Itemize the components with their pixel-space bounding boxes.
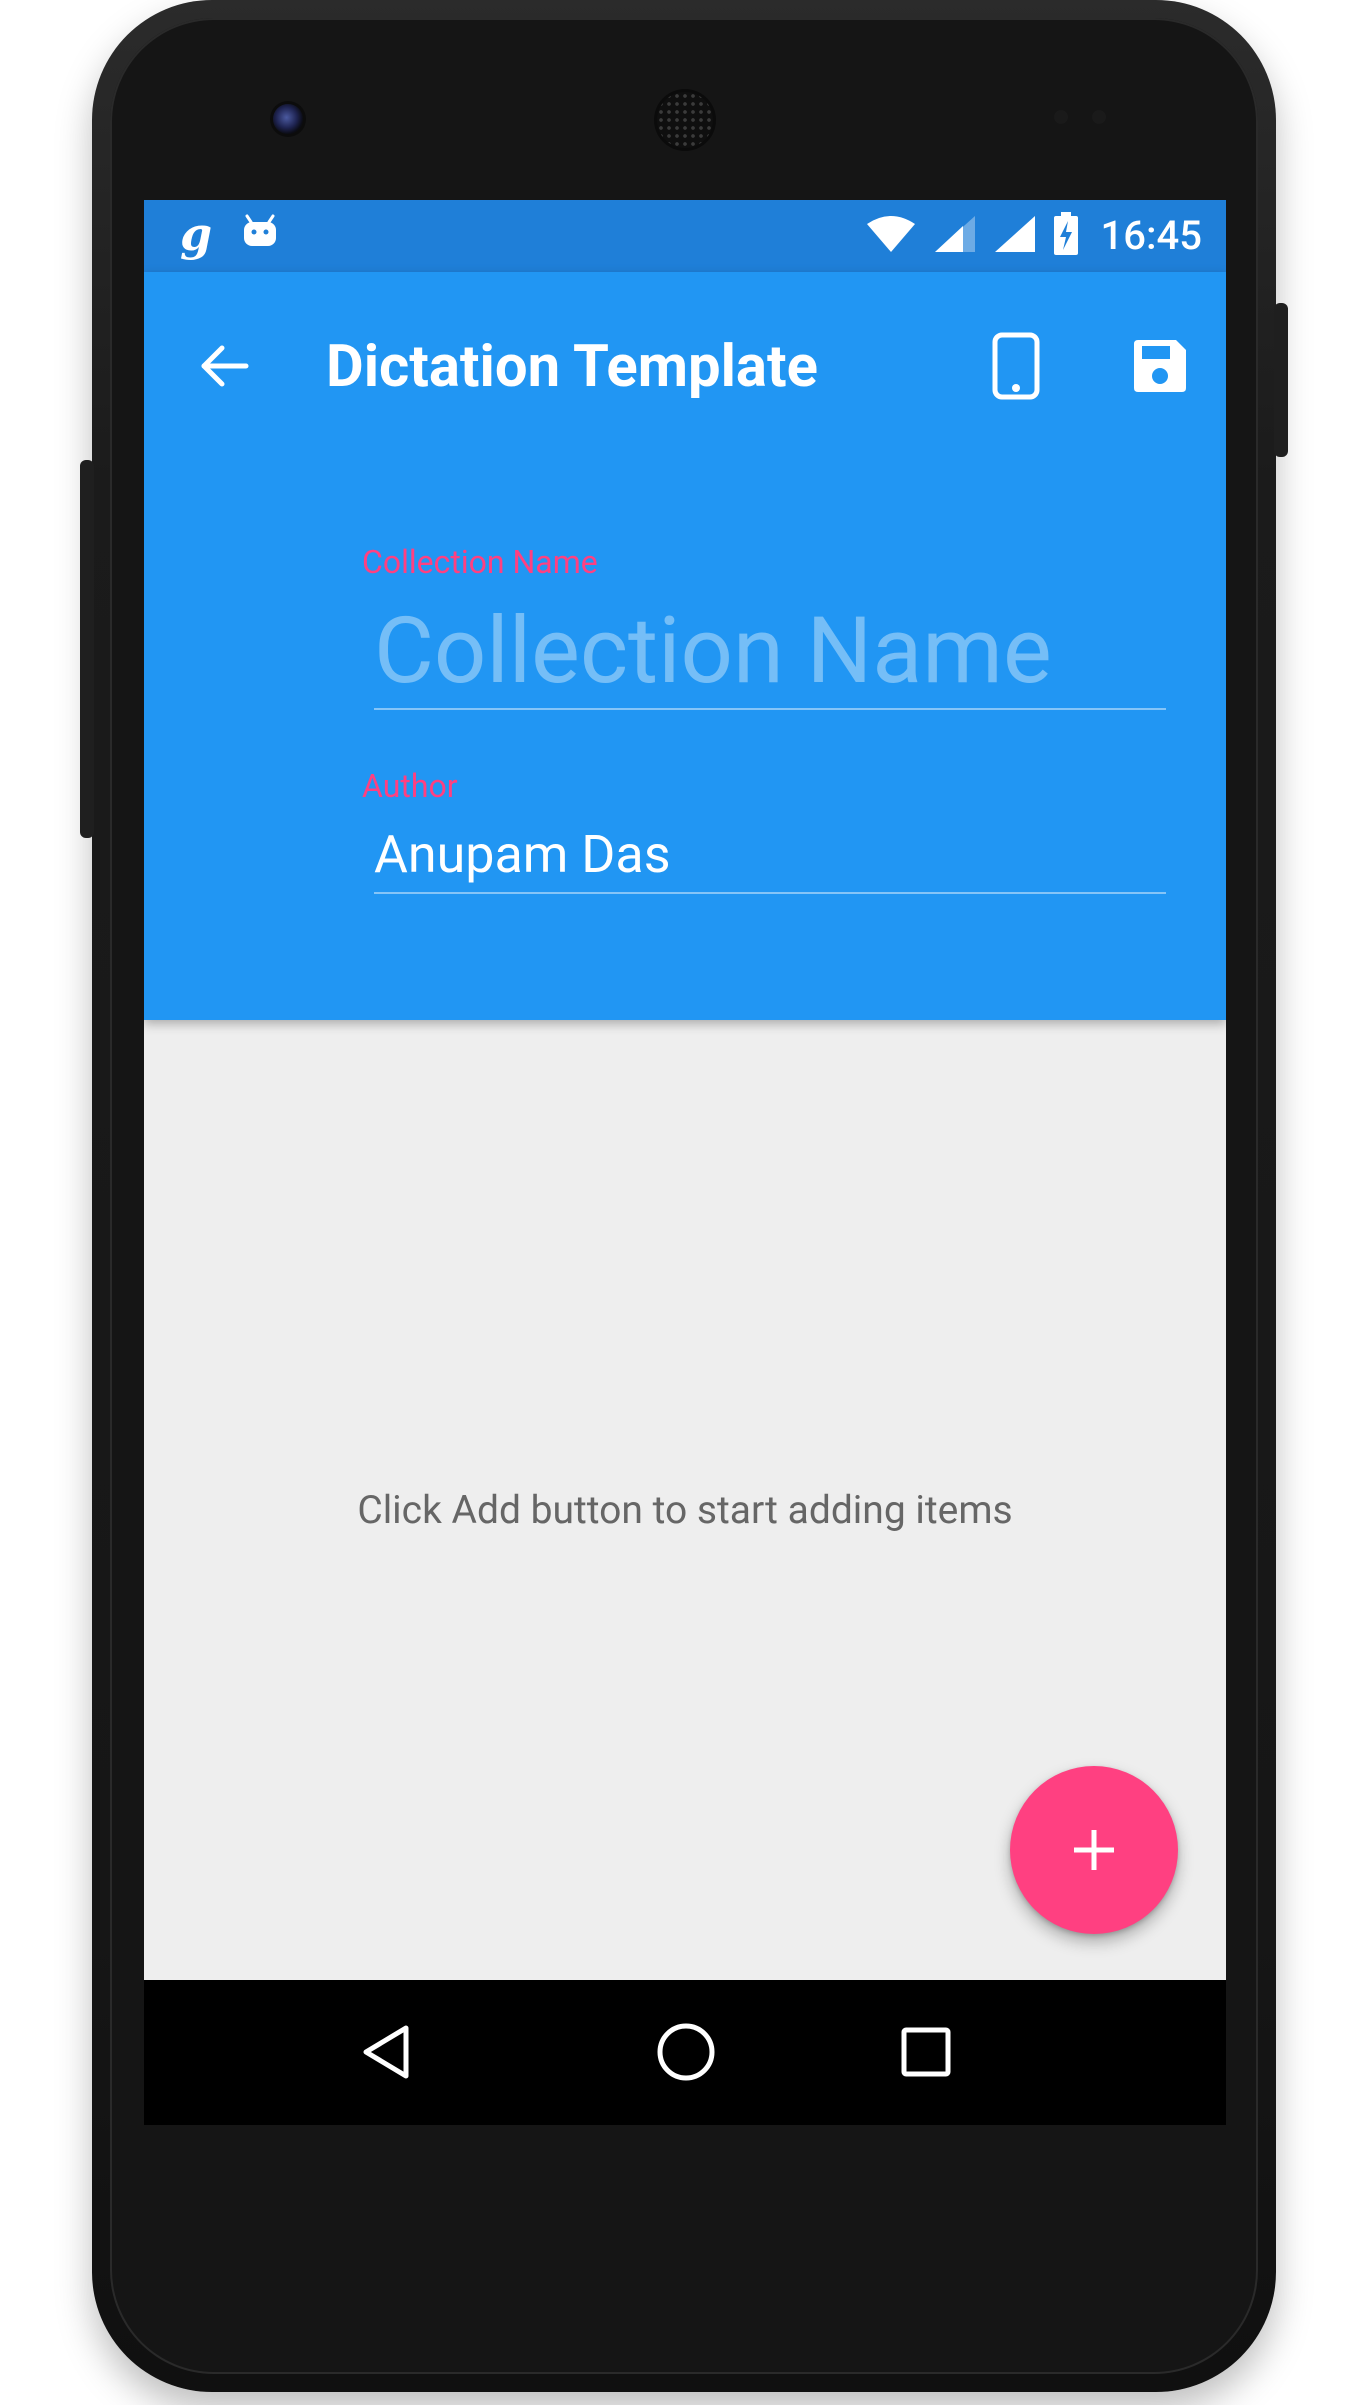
- add-item-button[interactable]: [1010, 1766, 1178, 1934]
- side-button-left: [80, 460, 94, 838]
- navigation-bar: [144, 1980, 1226, 2125]
- cell-signal-icon: [933, 214, 977, 258]
- cell-signal-icon: [993, 214, 1037, 258]
- plus-icon: [1074, 1830, 1114, 1870]
- collection-name-label: Collection Name: [362, 543, 598, 581]
- recents-square-icon: [901, 2027, 951, 2077]
- nav-home-button[interactable]: [646, 2012, 726, 2092]
- author-input[interactable]: [374, 824, 1166, 894]
- device-screen: g 16:45 Dictation Template Collection Na…: [144, 200, 1226, 2125]
- nav-recents-button[interactable]: [886, 2012, 966, 2092]
- author-label: Author: [362, 767, 458, 805]
- wifi-icon: [865, 214, 917, 258]
- front-camera: [273, 104, 303, 134]
- light-sensor: [1092, 110, 1106, 124]
- save-button[interactable]: [1120, 326, 1200, 406]
- home-circle-icon: [657, 2023, 715, 2081]
- status-left-icons: g: [180, 210, 278, 258]
- arrow-left-icon: [201, 345, 249, 387]
- android-debug-icon: [242, 214, 278, 254]
- proximity-sensor: [1054, 110, 1068, 124]
- back-button[interactable]: [192, 334, 256, 398]
- device-preview-button[interactable]: [976, 326, 1056, 406]
- page-title: Dictation Template: [326, 333, 818, 401]
- collection-name-input[interactable]: [374, 602, 1166, 710]
- battery-charging-icon: [1053, 212, 1079, 260]
- g-app-icon: g: [180, 207, 213, 261]
- nav-back-button[interactable]: [346, 2012, 426, 2092]
- app-bar: Dictation Template Collection Name Autho…: [144, 272, 1226, 1020]
- status-time: 16:45: [1100, 212, 1202, 259]
- side-button-right: [1274, 303, 1288, 457]
- back-triangle-icon: [363, 2025, 409, 2079]
- smartphone-icon: [992, 332, 1040, 400]
- earpiece-speaker: [657, 92, 713, 148]
- status-bar: g 16:45: [144, 200, 1226, 272]
- status-right-icons: 16:45: [865, 212, 1202, 260]
- save-icon: [1134, 340, 1186, 392]
- empty-state-message: Click Add button to start adding items: [357, 1487, 1013, 1533]
